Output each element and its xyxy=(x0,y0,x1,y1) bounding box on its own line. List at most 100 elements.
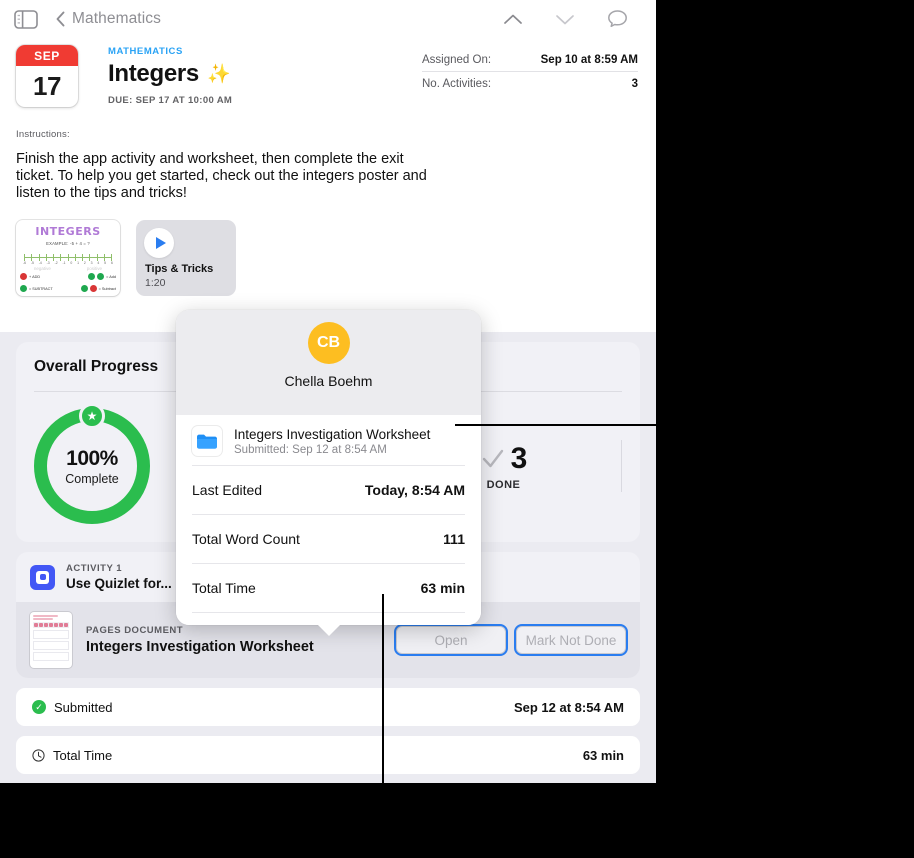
poster-rule-left: = SUBTRACT xyxy=(29,286,53,291)
avatar: CB xyxy=(307,322,350,364)
quizlet-icon xyxy=(30,564,55,590)
divider xyxy=(621,440,622,492)
donut-percent: 100% xyxy=(66,446,118,470)
letterbox-right xyxy=(656,0,914,858)
total-time-row: Total Time 63 min xyxy=(16,736,640,774)
document-actions: Open Mark Not Done xyxy=(396,626,626,654)
activity-text: ACTIVITY 1 Use Quizlet for... xyxy=(66,563,172,591)
chevron-down-icon[interactable] xyxy=(554,8,576,30)
video-duration: 1:20 xyxy=(145,277,166,290)
donut-center: 100% Complete xyxy=(34,408,150,524)
assignment-title-group: MATHEMATICS Integers ✨ DUE: SEP 17 AT 10… xyxy=(78,45,422,106)
popover-row-total-time: Total Time 63 min xyxy=(176,564,481,612)
student-name: Chella Boehm xyxy=(284,373,373,389)
toolbar-actions xyxy=(502,8,642,30)
divider xyxy=(192,612,465,613)
submitted-label: Submitted xyxy=(54,699,113,715)
page-title: Integers xyxy=(108,60,199,87)
total-time-left: Total Time xyxy=(32,748,112,763)
due-date-badge: SEP 17 xyxy=(16,45,78,107)
popover-row-word-count: Total Word Count 111 xyxy=(176,515,481,563)
assignment-meta: Assigned On: Sep 10 at 8:59 AM No. Activ… xyxy=(422,45,638,95)
activity-kicker: ACTIVITY 1 xyxy=(66,563,123,574)
popover-tail-arrow xyxy=(316,624,341,636)
popover-row-value: 111 xyxy=(443,531,465,547)
poster-rule-left: + ADD xyxy=(29,274,41,279)
popover-row-label: Total Word Count xyxy=(192,531,300,547)
stat-value: 3 xyxy=(510,441,528,475)
chevron-up-icon[interactable] xyxy=(502,8,524,30)
poster-rule-right: = Add xyxy=(106,274,116,279)
popover-file-name: Integers Investigation Worksheet xyxy=(234,426,431,442)
back-button[interactable]: Mathematics xyxy=(56,10,161,28)
poster-rule: = SUBTRACT = Subtract xyxy=(20,285,116,293)
integers-poster-thumbnail[interactable]: INTEGERS EXAMPLE: -5 + 4 = ? -6 -5 -4 -3 -2-… xyxy=(16,220,120,297)
toolbar: Mathematics xyxy=(0,0,656,38)
chevron-left-icon xyxy=(56,11,65,27)
clock-icon xyxy=(32,748,45,762)
back-label: Mathematics xyxy=(72,10,161,27)
poster-example: EXAMPLE: -5 + 4 = ? xyxy=(46,241,90,247)
total-time-label: Total Time xyxy=(53,747,113,763)
poster-numberline xyxy=(24,257,112,259)
popover-body: Integers Investigation Worksheet Submitt… xyxy=(176,415,481,625)
attachments-row: INTEGERS EXAMPLE: -5 + 4 = ? -6 -5 -4 -3 -2-… xyxy=(0,202,656,297)
total-time-value: 63 min xyxy=(582,747,624,763)
due-date-month: SEP xyxy=(16,45,78,66)
open-button[interactable]: Open xyxy=(396,626,506,654)
meta-label: Assigned On: xyxy=(422,54,492,66)
activity-name: Use Quizlet for... xyxy=(66,576,172,591)
video-title: Tips & Tricks xyxy=(145,263,214,276)
document-name: Integers Investigation Worksheet xyxy=(86,639,314,655)
screenshot-root: Mathematics SEP 17 MATHEMATICS Integers … xyxy=(0,0,914,858)
poster-title: INTEGERS xyxy=(35,225,101,239)
submitted-value: Sep 12 at 8:54 AM xyxy=(513,699,624,715)
popover-file-submitted: Submitted: Sep 12 at 8:54 AM xyxy=(234,443,387,456)
meta-row-assigned-on: Assigned On: Sep 10 at 8:59 AM xyxy=(422,51,638,71)
tips-and-tricks-video-card[interactable]: Tips & Tricks 1:20 xyxy=(136,220,236,297)
course-tag: MATHEMATICS xyxy=(108,46,183,57)
instructions-label: Instructions: xyxy=(16,129,70,140)
student-detail-popover: CB Chella Boehm Integers Investigation W… xyxy=(176,310,481,636)
popover-row-last-edited: Last Edited Today, 8:54 AM xyxy=(176,466,481,514)
popover-row-label: Total Time xyxy=(192,580,256,596)
poster-captions: negative positive xyxy=(16,266,120,271)
pages-document-thumbnail[interactable] xyxy=(30,612,72,668)
check-icon xyxy=(482,449,503,467)
play-icon[interactable] xyxy=(144,228,174,259)
poster-rule-right: = Subtract xyxy=(98,286,116,291)
meta-row-no-activities: No. Activities: 3 xyxy=(422,71,638,95)
sidebar-toggle-icon[interactable] xyxy=(14,9,38,29)
progress-donut: ★ 100% Complete xyxy=(34,403,150,524)
mark-not-done-button[interactable]: Mark Not Done xyxy=(516,626,626,654)
letterbox-bottom xyxy=(0,783,656,858)
check-circle-icon: ✓ xyxy=(32,700,46,714)
popover-row-label: Last Edited xyxy=(192,482,263,498)
meta-value: Sep 10 at 8:59 AM xyxy=(540,54,638,66)
speech-bubble-icon[interactable] xyxy=(606,8,628,30)
poster-rules: + ADD = Add = SUBTRACT = Subtract xyxy=(20,273,116,293)
poster-negative-label: negative xyxy=(33,266,51,272)
due-date-day: 17 xyxy=(33,71,61,101)
assignment-header: SEP 17 MATHEMATICS Integers ✨ DUE: SEP 1… xyxy=(0,38,656,107)
folder-icon xyxy=(192,426,222,456)
poster-numberline-labels: -6 -5 -4 -3 -2 -1 0 1 2 3 4 5 6 xyxy=(23,261,113,266)
instructions-body: Finish the app activity and worksheet, t… xyxy=(16,151,427,202)
popover-header-gap xyxy=(176,400,481,415)
submitted-left: ✓ Submitted xyxy=(32,700,113,715)
sparkles-icon: ✨ xyxy=(206,64,231,85)
submitted-row: ✓ Submitted Sep 12 at 8:54 AM xyxy=(16,688,640,726)
poster-rule: + ADD = Add xyxy=(20,273,116,281)
callout-line-vertical xyxy=(382,594,384,806)
popover-row-value: Today, 8:54 AM xyxy=(364,482,465,498)
assignment-title-row: Integers ✨ xyxy=(108,60,422,88)
assignment-due-text: DUE: SEP 17 AT 10:00 AM xyxy=(108,95,233,106)
meta-label: No. Activities: xyxy=(422,78,492,90)
popover-header: CB Chella Boehm xyxy=(176,310,481,400)
popover-row-value: 63 min xyxy=(420,580,465,596)
popover-file-text: Integers Investigation Worksheet Submitt… xyxy=(234,427,430,456)
meta-value: 3 xyxy=(631,78,638,90)
donut-sublabel: Complete xyxy=(65,471,119,486)
instructions-section: Instructions: Finish the app activity an… xyxy=(0,107,656,202)
popover-file-row[interactable]: Integers Investigation Worksheet Submitt… xyxy=(176,415,481,465)
